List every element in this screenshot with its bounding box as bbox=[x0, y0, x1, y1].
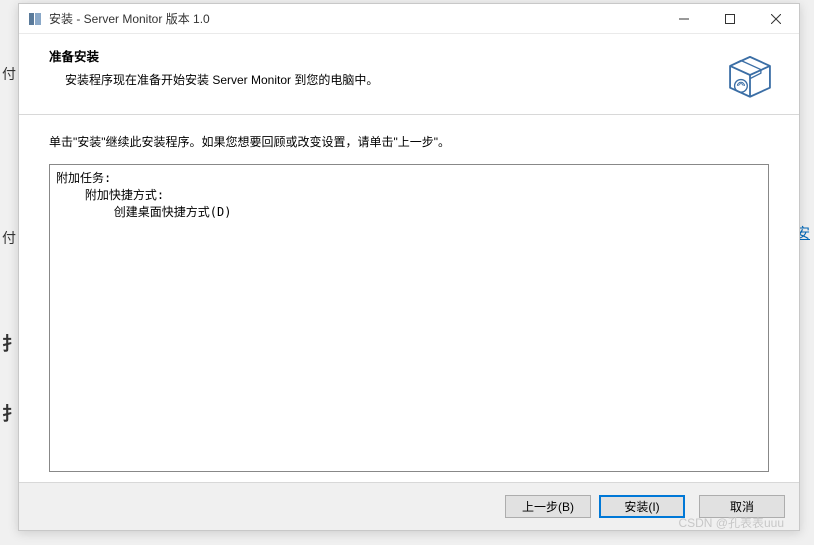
install-button[interactable]: 安装(I) bbox=[599, 495, 685, 518]
box-icon bbox=[721, 46, 779, 104]
close-button[interactable] bbox=[753, 4, 799, 34]
page-heading: 准备安装 bbox=[49, 46, 721, 65]
header-text: 准备安装 安装程序现在准备开始安装 Server Monitor 到您的电脑中。 bbox=[49, 46, 721, 88]
wizard-header: 准备安装 安装程序现在准备开始安装 Server Monitor 到您的电脑中。 bbox=[19, 34, 799, 115]
window-controls bbox=[661, 4, 799, 34]
app-icon bbox=[27, 11, 43, 27]
cancel-button[interactable]: 取消 bbox=[699, 495, 785, 518]
instruction-text: 单击"安装"继续此安装程序。如果您想要回顾或改变设置，请单击"上一步"。 bbox=[49, 133, 769, 150]
minimize-button[interactable] bbox=[661, 4, 707, 34]
installer-window: 安装 - Server Monitor 版本 1.0 准备安装 安装程序现在准备… bbox=[18, 3, 800, 531]
wizard-footer: 上一步(B) 安装(I) 取消 bbox=[19, 482, 799, 530]
window-title: 安装 - Server Monitor 版本 1.0 bbox=[49, 10, 210, 27]
summary-textbox[interactable]: 附加任务: 附加快捷方式: 创建桌面快捷方式(D) bbox=[49, 164, 769, 472]
wizard-content: 单击"安装"继续此安装程序。如果您想要回顾或改变设置，请单击"上一步"。 附加任… bbox=[19, 115, 799, 482]
titlebar: 安装 - Server Monitor 版本 1.0 bbox=[19, 4, 799, 34]
back-button[interactable]: 上一步(B) bbox=[505, 495, 591, 518]
maximize-button[interactable] bbox=[707, 4, 753, 34]
page-subheading: 安装程序现在准备开始安装 Server Monitor 到您的电脑中。 bbox=[49, 71, 721, 88]
